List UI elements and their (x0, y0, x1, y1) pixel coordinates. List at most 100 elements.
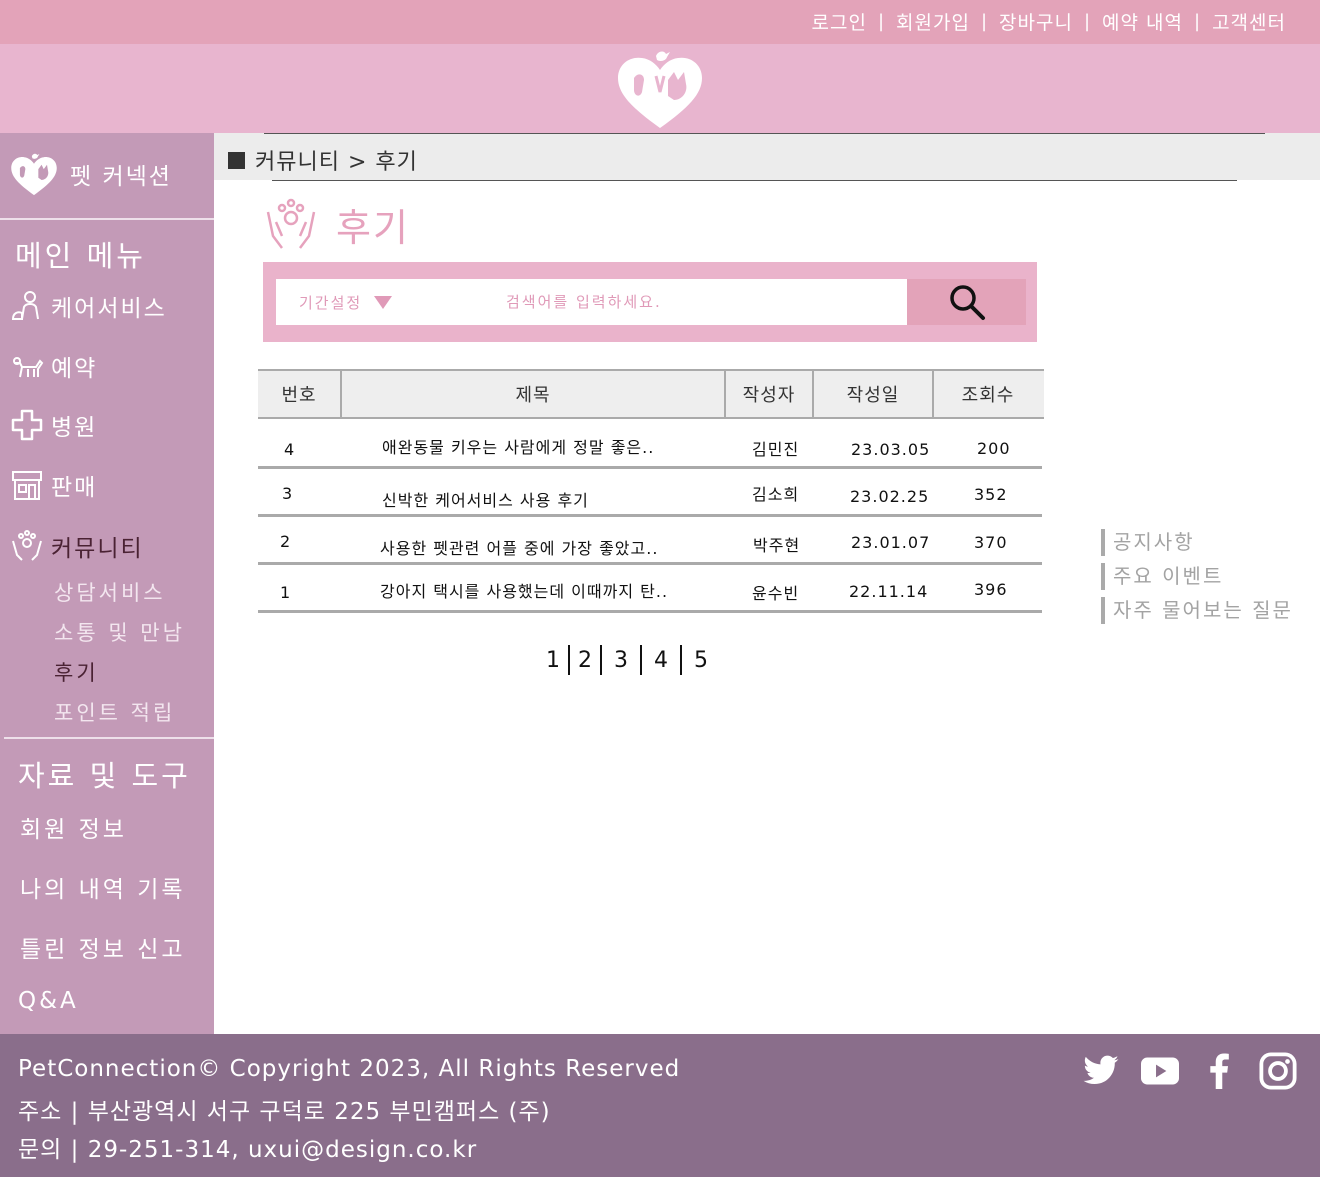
row-date: 23.03.05 (851, 440, 931, 459)
row-title[interactable]: 강아지 택시를 사용했는데 이때까지 탄.. (380, 578, 668, 602)
divider (4, 737, 214, 739)
quick-link-notice[interactable]: 공지사항 (1101, 529, 1293, 556)
sidebar-item-label: 예약 (51, 356, 98, 382)
divider (264, 133, 1265, 134)
tools-heading: 자료 및 도구 (18, 759, 191, 793)
sidebar: 펫 커넥션 메인 메뉴 케어서비스 예약 병원 판매 커뮤니티 상담서비스 소통… (0, 133, 214, 1034)
row-title[interactable]: 사용한 펫관련 어플 중에 가장 좋았고.. (380, 535, 658, 559)
search-icon (949, 285, 985, 320)
row-number: 1 (280, 583, 292, 602)
row-date: 23.02.25 (850, 487, 930, 506)
search-input[interactable] (506, 287, 886, 317)
sidebar-item-community[interactable]: 커뮤니티 (10, 529, 144, 563)
page-title-block: 후기 (264, 196, 410, 252)
sidebar-item-reservation[interactable]: 예약 (10, 349, 97, 383)
header (0, 44, 1320, 133)
submenu-counseling[interactable]: 상담서비스 (54, 577, 166, 607)
login-link[interactable]: 로그인 (812, 8, 867, 35)
sidebar-item-hospital[interactable]: 병원 (10, 408, 97, 442)
row-title[interactable]: 애완동물 키우는 사람에게 정말 좋은.. (382, 434, 654, 458)
twitter-icon[interactable] (1081, 1051, 1121, 1091)
row-author: 박주현 (753, 536, 801, 555)
sidebar-item-label: 케어서비스 (51, 296, 167, 322)
table-row[interactable]: 1 강아지 택시를 사용했는데 이때까지 탄.. 윤수빈 22.11.14 39… (258, 565, 1042, 613)
page-link[interactable]: 5 (682, 648, 720, 673)
row-views: 200 (977, 439, 1011, 458)
top-nav: 로그인 | 회원가입 | 장바구니 | 예약 내역 | 고객센터 (812, 8, 1287, 35)
period-dropdown[interactable]: 기간설정 (299, 292, 393, 313)
tool-member-info[interactable]: 회원 정보 (20, 810, 127, 844)
sidebar-item-label: 병원 (51, 415, 98, 441)
quick-link-events[interactable]: 주요 이벤트 (1101, 563, 1293, 590)
submenu-communication[interactable]: 소통 및 만남 (54, 617, 185, 647)
footer: PetConnection© Copyright 2023, All Right… (0, 1034, 1320, 1177)
page-link[interactable]: 2 (570, 648, 600, 673)
logo-heart-pets-icon[interactable] (612, 48, 708, 130)
footer-contact: 문의 | 29-251-314, uxui@design.co.kr (18, 1137, 478, 1163)
care-service-icon (11, 291, 39, 320)
youtube-icon[interactable] (1140, 1051, 1180, 1091)
row-number: 4 (284, 440, 296, 459)
facebook-icon[interactable] (1199, 1051, 1239, 1091)
social-links (1062, 1051, 1298, 1091)
sidebar-item-care-service[interactable]: 케어서비스 (10, 289, 167, 323)
breadcrumb-text[interactable]: 커뮤니티 > 후기 (255, 144, 418, 176)
signup-link[interactable]: 회원가입 (896, 8, 970, 35)
divider (0, 218, 214, 220)
page-link[interactable]: 4 (642, 648, 680, 673)
footer-address: 주소 | 부산광역시 서구 구덕로 225 부민캠퍼스 (주) (18, 1099, 551, 1125)
table-row[interactable]: 3 신박한 케어서비스 사용 후기 김소희 23.02.25 352 (258, 469, 1042, 517)
pagination: 1 2 3 4 5 (538, 645, 720, 675)
tool-history[interactable]: 나의 내역 기록 (20, 870, 186, 904)
row-number: 3 (282, 484, 294, 503)
reservations-link[interactable]: 예약 내역 (1102, 8, 1183, 35)
submenu-reviews[interactable]: 후기 (54, 657, 99, 687)
row-views: 352 (974, 485, 1008, 504)
header-title: 제목 (515, 385, 551, 406)
search-field-wrap: 기간설정 (276, 279, 907, 325)
tool-qna[interactable]: Q&A (18, 988, 79, 1014)
cart-link[interactable]: 장바구니 (999, 8, 1073, 35)
page-link[interactable]: 1 (538, 648, 568, 673)
dog-icon (13, 357, 44, 378)
top-bar: 로그인 | 회원가입 | 장바구니 | 예약 내역 | 고객센터 (0, 0, 1320, 44)
logo-heart-pets-icon (11, 153, 57, 196)
table-row[interactable]: 4 애완동물 키우는 사람에게 정말 좋은.. 김민진 23.03.05 200 (258, 421, 1042, 469)
instagram-icon[interactable] (1258, 1051, 1298, 1091)
brand[interactable]: 펫 커넥션 (8, 151, 172, 197)
row-author: 김민진 (752, 440, 800, 459)
header-views: 조회수 (961, 385, 1015, 406)
medical-cross-icon (11, 409, 43, 441)
sidebar-item-sales[interactable]: 판매 (10, 468, 97, 502)
breadcrumb: 커뮤니티 > 후기 (228, 144, 418, 176)
submenu-points[interactable]: 포인트 적립 (54, 697, 175, 727)
row-views: 396 (974, 580, 1008, 599)
period-label: 기간설정 (299, 294, 363, 312)
row-date: 23.01.07 (851, 533, 931, 552)
search-bar: 기간설정 (263, 262, 1037, 342)
page-link[interactable]: 3 (602, 648, 640, 673)
divider (272, 180, 1237, 181)
main-menu-heading: 메인 메뉴 (15, 239, 146, 273)
support-link[interactable]: 고객센터 (1212, 8, 1286, 35)
row-title[interactable]: 신박한 케어서비스 사용 후기 (382, 487, 589, 511)
square-bullet-icon (228, 151, 245, 169)
separator: | (980, 11, 989, 32)
quick-links: 공지사항 주요 이벤트 자주 물어보는 질문 (1101, 529, 1293, 631)
separator: | (877, 11, 886, 32)
header-author: 작성자 (742, 385, 796, 406)
quick-link-faq[interactable]: 자주 물어보는 질문 (1101, 597, 1293, 624)
row-author: 김소희 (752, 485, 800, 504)
table-row[interactable]: 2 사용한 펫관련 어플 중에 가장 좋았고.. 박주현 23.01.07 37… (258, 517, 1042, 565)
header-date: 작성일 (846, 385, 900, 406)
row-views: 370 (974, 533, 1008, 552)
header-number: 번호 (281, 385, 317, 406)
page-title: 후기 (336, 205, 410, 250)
row-date: 22.11.14 (849, 582, 929, 601)
table-header: 번호 제목 작성자 작성일 조회수 (258, 369, 1044, 419)
row-author: 윤수빈 (752, 584, 800, 603)
paw-hands-icon (266, 198, 316, 249)
search-button[interactable] (907, 279, 1026, 325)
tool-report-error[interactable]: 틀린 정보 신고 (20, 930, 186, 964)
paw-hands-icon (12, 530, 42, 561)
